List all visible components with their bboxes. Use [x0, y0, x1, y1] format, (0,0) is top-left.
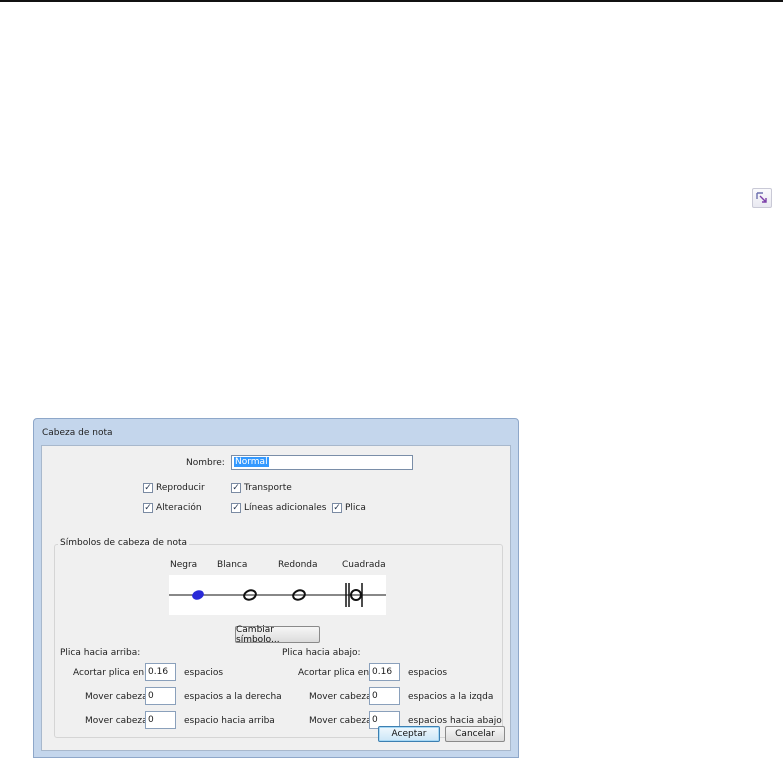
ok-button[interactable]: Aceptar	[378, 726, 440, 742]
stem-up-shorten-unit: espacios	[184, 668, 224, 678]
name-label: Nombre:	[186, 458, 225, 468]
symbol-label-blanca: Blanca	[217, 560, 248, 570]
checkbox-label: Plica	[345, 503, 366, 513]
checkbox-label: Líneas adicionales	[244, 503, 327, 513]
top-border	[0, 0, 783, 2]
check-icon: ✓	[332, 502, 342, 513]
check-icon: ✓	[143, 502, 153, 513]
name-input[interactable]: Normal	[231, 455, 413, 470]
notehead-symbols-preview[interactable]	[169, 575, 386, 615]
stem-up-move-up-input[interactable]: 0	[145, 711, 176, 729]
black-notehead-icon	[192, 590, 204, 600]
check-icon: ✓	[143, 482, 153, 493]
symbol-label-redonda: Redonda	[278, 560, 318, 570]
checkbox-lineas-adicionales[interactable]: ✓ Líneas adicionales	[231, 503, 326, 513]
stem-down-title: Plica hacia abajo:	[282, 648, 361, 658]
stem-up-shorten-input[interactable]: 0.16	[145, 663, 176, 681]
checkbox-transporte[interactable]: ✓ Transporte	[231, 483, 292, 493]
checkbox-label: Reproducir	[156, 483, 205, 493]
stem-up-move-up-label: Mover cabeza	[85, 716, 148, 726]
stem-up-shorten-label: Acortar plica en	[73, 668, 145, 678]
dialog-title: Cabeza de nota	[42, 428, 113, 438]
name-value: Normal	[234, 457, 269, 467]
check-icon: ✓	[231, 502, 241, 513]
stem-down-shorten-label: Acortar plica en	[298, 668, 370, 678]
change-symbol-button[interactable]: Cambiar símbolo...	[235, 625, 320, 645]
dialog-launcher-icon	[756, 192, 767, 203]
checkbox-alteracion[interactable]: ✓ Alteración	[143, 503, 202, 513]
dialog-client-area: Nombre: Normal ✓ Reproducir ✓ Transporte…	[41, 445, 511, 751]
notehead-symbols-svg	[169, 583, 386, 607]
stem-up-move-right-unit: espacios a la derecha	[184, 692, 282, 702]
stem-down-shorten-unit: espacios	[408, 668, 448, 678]
checkbox-plica[interactable]: ✓ Plica	[332, 503, 366, 513]
symbols-group-title: Símbolos de cabeza de nota	[58, 538, 190, 548]
symbol-label-cuadrada: Cuadrada	[342, 560, 386, 570]
checkbox-reproducir[interactable]: ✓ Reproducir	[143, 483, 205, 493]
check-icon: ✓	[231, 482, 241, 493]
stem-down-move-down-unit: espacios hacia abajo	[408, 716, 502, 726]
stem-down-move-left-label: Mover cabeza	[309, 692, 372, 702]
stem-down-move-left-unit: espacios a la izqda	[408, 692, 494, 702]
stem-down-move-down-label: Mover cabeza	[309, 716, 372, 726]
stem-up-move-right-input[interactable]: 0	[145, 687, 176, 705]
cancel-button[interactable]: Cancelar	[445, 726, 505, 742]
notehead-dialog: Cabeza de nota Nombre: Normal ✓ Reproduc…	[33, 418, 519, 758]
stem-down-move-left-input[interactable]: 0	[369, 687, 400, 705]
dialog-launcher-button[interactable]	[752, 188, 772, 208]
stem-up-title: Plica hacia arriba:	[60, 648, 141, 658]
symbol-label-negra: Negra	[170, 560, 198, 570]
stem-up-move-up-unit: espacio hacia arriba	[184, 716, 275, 726]
stem-up-move-right-label: Mover cabeza	[85, 692, 148, 702]
checkbox-label: Alteración	[156, 503, 202, 513]
stem-down-shorten-input[interactable]: 0.16	[369, 663, 400, 681]
checkbox-label: Transporte	[244, 483, 292, 493]
